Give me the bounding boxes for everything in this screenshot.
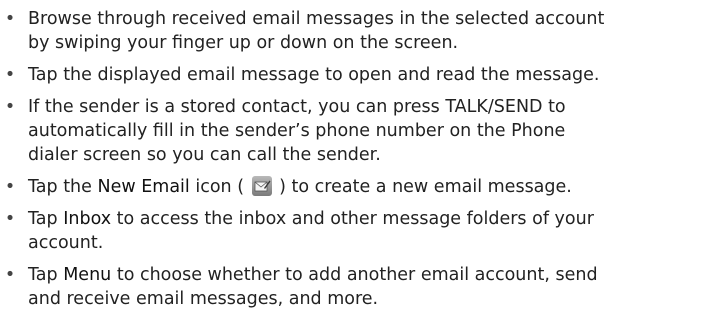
list-item-text-line: account.: [28, 233, 104, 253]
bullet: •: [4, 265, 16, 285]
list-item-text-line: automatically fill in the sender’s phone…: [28, 121, 566, 141]
list-item-text-line: Browse through received email messages i…: [28, 9, 605, 29]
instruction-page: • Browse through received email messages…: [0, 0, 722, 317]
text-segment: Tap the: [28, 177, 98, 197]
new-email-icon: [251, 176, 272, 196]
text-segment: ) to create a new email message.: [273, 177, 572, 197]
text-segment: to choose whether to add another email a…: [111, 265, 598, 285]
list-item-text-line: Tap Menu to choose whether to add anothe…: [28, 263, 598, 287]
list-item-text-line: Tap the New Email icon ( ) to create a n…: [28, 175, 572, 199]
ui-term-new-email: New Email: [97, 177, 190, 197]
list-item-text-line: Tap the displayed email message to open …: [28, 65, 600, 85]
bullet: •: [4, 97, 16, 117]
list-item-text-line: by swiping your finger up or down on the…: [28, 33, 459, 53]
ui-term-menu: Menu: [63, 265, 112, 285]
text-segment: to access the inbox and other message fo…: [111, 209, 594, 229]
bullet: •: [4, 209, 16, 229]
list-item-text-line: and receive email messages, and more.: [28, 289, 379, 309]
list-item-text-line: dialer screen so you can call the sender…: [28, 145, 381, 165]
bullet: •: [4, 177, 16, 197]
text-segment: icon (: [189, 177, 250, 197]
list-item-text-line: If the sender is a stored contact, you c…: [28, 97, 566, 117]
ui-term-inbox: Inbox: [63, 209, 112, 229]
bullet: •: [4, 9, 16, 29]
text-segment: Tap: [28, 265, 64, 285]
text-segment: Tap: [28, 209, 64, 229]
list-item-text-line: Tap Inbox to access the inbox and other …: [28, 207, 594, 231]
bullet: •: [4, 65, 16, 85]
